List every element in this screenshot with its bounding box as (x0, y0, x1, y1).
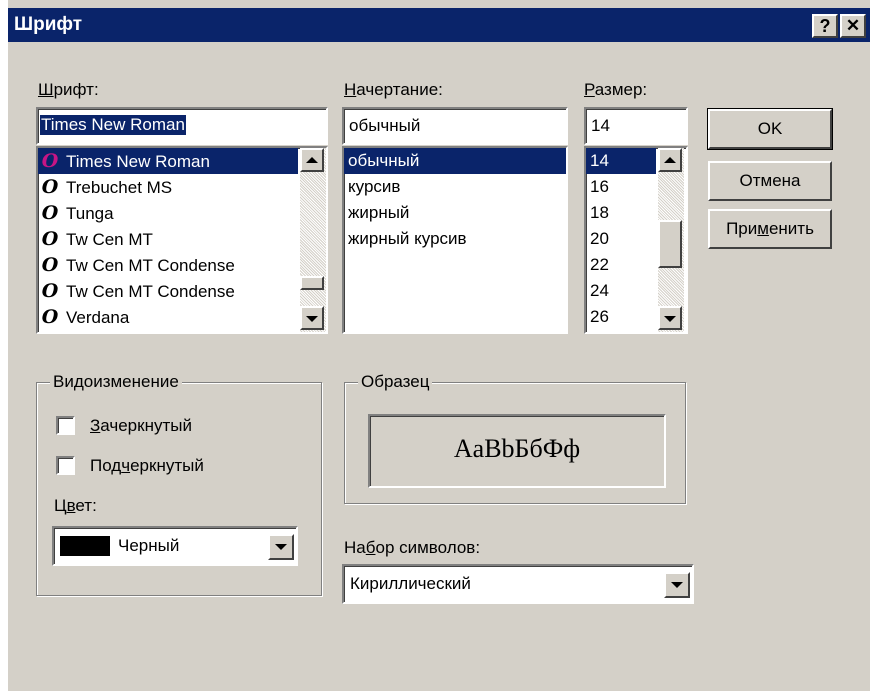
opentype-font-icon: O (41, 202, 59, 224)
font-list-item[interactable]: O Tunga (38, 200, 298, 226)
arrow-down-icon (664, 316, 676, 322)
color-select-value: Черный (118, 536, 180, 555)
opentype-font-icon: O (41, 176, 59, 198)
size-list-item[interactable]: 18 (586, 200, 656, 226)
arrow-up-icon (664, 157, 676, 163)
font-list-item-label: Tw Cen MT Condense (66, 282, 235, 301)
arrow-down-icon (306, 316, 318, 322)
style-input[interactable]: обычный (342, 107, 568, 145)
font-list-item[interactable]: O Times New Roman (38, 148, 298, 174)
font-list-item[interactable]: O Tw Cen MT Condense (38, 252, 298, 278)
font-list-item[interactable]: O Tw Cen MT Condense (38, 278, 298, 304)
window-title: Шрифт (14, 14, 83, 35)
charset-label: Набор символов: (344, 538, 481, 557)
color-swatch (60, 536, 110, 556)
font-list-item[interactable]: O Verdana (38, 304, 298, 330)
size-list-item[interactable]: 16 (586, 174, 656, 200)
opentype-font-icon: O (41, 150, 59, 172)
font-list-item[interactable]: O Trebuchet MS (38, 174, 298, 200)
opentype-font-icon: O (41, 280, 59, 302)
close-button[interactable]: ✕ (840, 14, 866, 38)
strikeout-checkbox[interactable] (56, 416, 75, 435)
color-label: Цвет: (54, 496, 97, 515)
font-scroll-down-button[interactable] (300, 306, 324, 330)
sample-preview: AaBbБбФф (368, 414, 666, 488)
style-input-value: обычный (349, 116, 421, 135)
font-list-item-label: Tw Cen MT (66, 230, 153, 249)
size-list-item[interactable]: 14 (586, 148, 656, 174)
color-dropdown-button[interactable] (268, 534, 294, 560)
charset-dropdown-button[interactable] (664, 572, 690, 598)
style-list[interactable]: обычный курсив жирный жирный курсив (342, 146, 568, 334)
font-list-item-label: Times New Roman (66, 152, 210, 171)
size-input[interactable]: 14 (584, 107, 688, 145)
arrow-up-icon (306, 157, 318, 163)
size-scroll-thumb[interactable] (658, 220, 682, 268)
opentype-font-icon: O (41, 254, 59, 276)
style-label: Начертание: (344, 80, 443, 99)
size-list[interactable]: 14 16 18 20 22 24 26 (584, 146, 688, 334)
size-scroll-up-button[interactable] (658, 148, 682, 172)
help-button[interactable]: ? (812, 14, 838, 38)
font-scroll-up-button[interactable] (300, 148, 324, 172)
font-list-item-label: Tunga (66, 204, 114, 223)
sample-text: AaBbБбФф (453, 434, 581, 463)
style-list-item[interactable]: обычный (344, 148, 566, 174)
font-list-scrollbar[interactable] (300, 148, 326, 332)
size-list-item[interactable]: 22 (586, 252, 656, 278)
underline-label: Подчеркнутый (90, 456, 204, 475)
font-scroll-thumb[interactable] (300, 276, 324, 290)
apply-button[interactable]: Применить (708, 209, 832, 249)
title-bar[interactable] (8, 8, 870, 42)
style-list-item[interactable]: жирный (344, 200, 566, 226)
size-list-item[interactable]: 24 (586, 278, 656, 304)
font-list-item-label: Tw Cen MT Condense (66, 256, 235, 275)
color-select[interactable]: Черный (52, 526, 298, 566)
font-list-item-label: Trebuchet MS (66, 178, 173, 197)
font-label: Шрифт: (38, 80, 99, 99)
chevron-down-icon (671, 582, 683, 588)
font-list[interactable]: O Times New Roman O Trebuchet MS O Tunga O Tw C… (36, 146, 328, 334)
opentype-font-icon: O (41, 306, 59, 328)
style-list-item[interactable]: жирный курсив (344, 226, 566, 252)
chevron-down-icon (275, 544, 287, 550)
size-list-item[interactable]: 20 (586, 226, 656, 252)
font-input-value: Times New Roman (40, 115, 186, 135)
font-list-item-label: Verdana (66, 308, 130, 327)
underline-checkbox[interactable] (56, 456, 75, 475)
font-list-item[interactable]: O Tw Cen MT (38, 226, 298, 252)
effects-group-title: Видоизменение (50, 372, 182, 392)
size-input-value: 14 (591, 116, 610, 135)
size-label: Размер: (584, 80, 648, 99)
font-input[interactable]: Times New Roman (36, 107, 328, 145)
strikeout-label: Зачеркнутый (90, 416, 192, 435)
cancel-button[interactable]: Отмена (708, 161, 832, 201)
opentype-font-icon: O (41, 228, 59, 250)
sample-group-title: Образец (358, 372, 433, 392)
charset-select-value: Кириллический (350, 574, 471, 593)
style-list-item[interactable]: курсив (344, 174, 566, 200)
size-scroll-down-button[interactable] (658, 306, 682, 330)
ok-button[interactable]: OK (707, 108, 833, 150)
size-list-item[interactable]: 26 (586, 304, 656, 330)
close-icon: ✕ (845, 16, 861, 35)
charset-select[interactable]: Кириллический (342, 564, 694, 604)
